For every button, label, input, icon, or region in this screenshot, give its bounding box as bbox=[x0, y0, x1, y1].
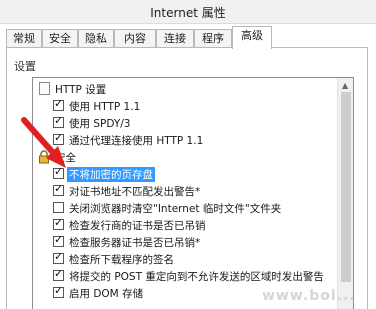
annotation-arrow-icon bbox=[21, 117, 66, 168]
tab-advanced[interactable]: 高级 bbox=[232, 26, 272, 49]
watermark: www.bol... bbox=[262, 288, 356, 304]
